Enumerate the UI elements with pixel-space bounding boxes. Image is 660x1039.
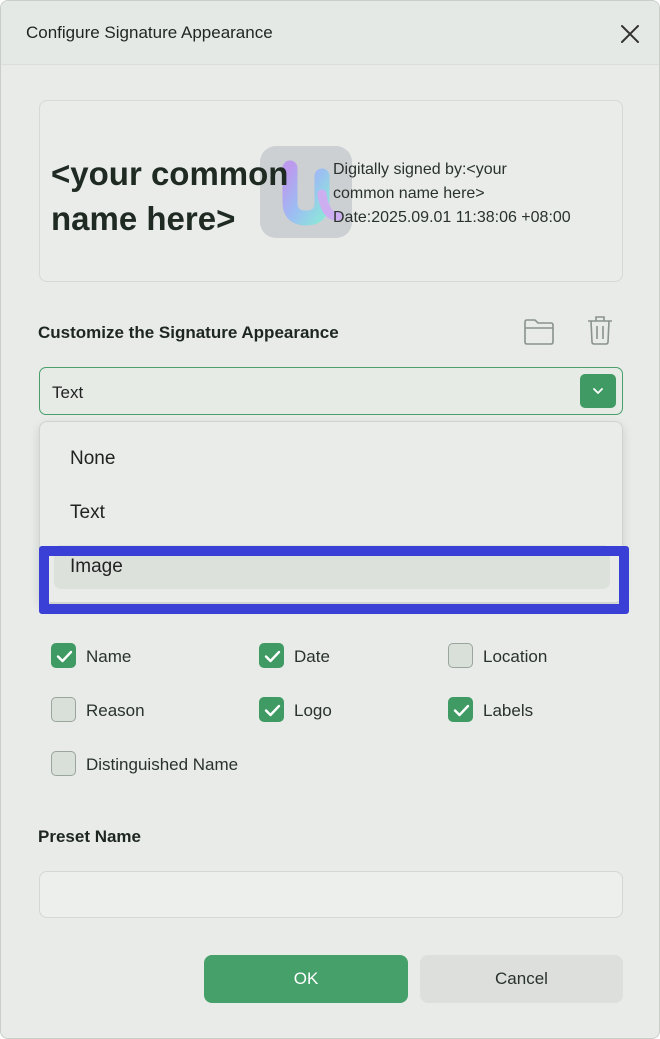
appearance-dropdown-menu: None Text Image — [39, 421, 623, 603]
dropdown-toggle[interactable] — [580, 374, 616, 408]
checkbox-label: Labels — [483, 701, 534, 720]
title-bar: Configure Signature Appearance — [1, 1, 659, 65]
selected-appearance: Text — [52, 383, 84, 402]
checkbox-labels[interactable]: Labels — [448, 697, 598, 725]
appearance-type-select[interactable]: Text — [39, 367, 623, 415]
preview-common-name: <your common name here> — [51, 155, 289, 237]
checkmark-icon — [264, 650, 281, 663]
chevron-down-icon — [593, 388, 603, 394]
checkbox-label: Location — [483, 647, 548, 666]
folder-icon — [524, 319, 554, 345]
option-image[interactable]: Image — [54, 545, 610, 589]
dialog-title: Configure Signature Appearance — [26, 23, 273, 42]
checkbox[interactable] — [51, 697, 76, 722]
checkmark-icon — [453, 704, 470, 717]
checkbox-label: Reason — [86, 701, 145, 720]
checkbox[interactable] — [448, 697, 473, 722]
signature-preview: <your common name here> Digitally signed… — [39, 100, 623, 282]
delete-button[interactable] — [583, 313, 617, 347]
checkbox[interactable] — [259, 697, 284, 722]
preview-detail-line: common name here> — [333, 185, 485, 202]
signature-appearance-dialog: Configure Signature Appearance <your com… — [0, 0, 660, 1039]
close-icon — [621, 25, 639, 43]
preset-name-input[interactable] — [39, 871, 623, 918]
checkbox-reason[interactable]: Reason — [51, 697, 201, 725]
close-button[interactable] — [613, 17, 647, 51]
checkbox-label: Distinguished Name — [86, 755, 239, 774]
checkbox[interactable] — [259, 643, 284, 668]
checkbox-label: Name — [86, 647, 132, 666]
checkmark-icon — [264, 704, 281, 717]
browse-folder-button[interactable] — [522, 314, 556, 348]
checkbox[interactable] — [448, 643, 473, 668]
trash-icon — [588, 316, 612, 345]
checkmark-icon — [56, 650, 73, 663]
checkbox-location[interactable]: Location — [448, 643, 598, 671]
option-text[interactable]: Text — [54, 491, 610, 535]
checkbox-date[interactable]: Date — [259, 643, 409, 671]
checkbox-name[interactable]: Name — [51, 643, 201, 671]
checkbox-label: Logo — [294, 701, 332, 720]
preview-details: Digitally signed by:<your common name he… — [333, 158, 613, 230]
ok-button[interactable]: OK — [204, 955, 408, 1003]
checkbox-label: Date — [294, 647, 330, 666]
preview-detail-line: Date:2025.09.01 11:38:06 +08:00 — [333, 209, 571, 226]
customize-label: Customize the Signature Appearance — [38, 323, 339, 342]
checkbox[interactable] — [51, 643, 76, 668]
option-none[interactable]: None — [54, 437, 610, 481]
checkbox[interactable] — [51, 751, 76, 776]
checkbox-distinguished-name[interactable]: Distinguished Name — [51, 751, 271, 779]
preview-detail-line: Digitally signed by:<your — [333, 161, 507, 178]
preset-name-label: Preset Name — [38, 827, 142, 846]
checkbox-logo[interactable]: Logo — [259, 697, 409, 725]
cancel-button[interactable]: Cancel — [420, 955, 623, 1003]
